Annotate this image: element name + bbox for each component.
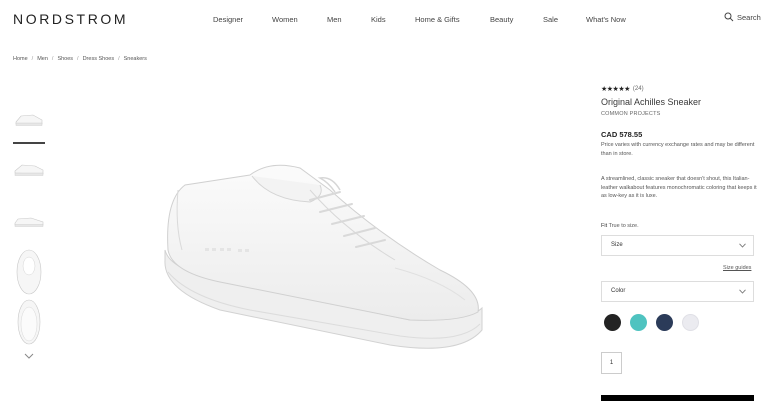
fit-info: Fit True to size. <box>601 223 639 229</box>
swatch-white[interactable] <box>682 314 699 331</box>
size-select[interactable]: Size <box>601 235 754 256</box>
swatch-turquoise[interactable] <box>630 314 647 331</box>
nav-sale[interactable]: Sale <box>543 15 558 24</box>
nav-women[interactable]: Women <box>272 15 298 24</box>
color-select[interactable]: Color <box>601 281 754 302</box>
chevron-down-icon <box>739 243 746 248</box>
thumbnail-sole[interactable] <box>13 298 45 346</box>
breadcrumb: Home / Men / Shoes / Dress Shoes / Sneakers <box>13 56 147 62</box>
breadcrumb-shoes[interactable]: Shoes <box>57 56 73 62</box>
breadcrumb-separator: / <box>31 56 34 62</box>
search-button[interactable]: Search <box>724 12 761 22</box>
product-brand[interactable]: COMMON PROJECTS <box>601 111 661 117</box>
nav-kids[interactable]: Kids <box>371 15 386 24</box>
product-description: A streamlined, classic sneaker that does… <box>601 176 757 199</box>
price-note: Price varies with currency exchange rate… <box>601 142 755 157</box>
size-select-label: Size <box>611 242 623 248</box>
star-rating-icon: ★★★★★ <box>601 86 630 93</box>
color-select-label: Color <box>611 288 626 294</box>
breadcrumb-dress-shoes[interactable]: Dress Shoes <box>83 56 115 62</box>
thumbnails-down-chevron-icon[interactable] <box>24 352 34 360</box>
size-guides-link[interactable]: Size guides <box>723 265 751 271</box>
breadcrumb-sneakers[interactable]: Sneakers <box>124 56 147 62</box>
breadcrumb-men[interactable]: Men <box>37 56 48 62</box>
nav-home-gifts[interactable]: Home & Gifts <box>415 15 460 24</box>
nordstrom-logo[interactable]: NORDSTROM <box>13 11 128 27</box>
swatch-navy[interactable] <box>656 314 673 331</box>
thumbnail-top[interactable] <box>13 248 45 296</box>
rating[interactable]: ★★★★★ (24) <box>601 85 644 93</box>
chevron-down-icon <box>739 289 746 294</box>
search-icon <box>724 12 734 22</box>
breadcrumb-separator: / <box>118 56 120 62</box>
review-count[interactable]: (24) <box>633 86 644 92</box>
breadcrumb-home[interactable]: Home <box>13 56 28 62</box>
quantity-input[interactable]: 1 <box>601 352 622 374</box>
swatch-black[interactable] <box>604 314 621 331</box>
thumbnail-side[interactable] <box>13 108 45 130</box>
fit-label: Fit <box>601 223 608 229</box>
thumbnail-front-side[interactable] <box>13 158 45 180</box>
nav-men[interactable]: Men <box>327 15 342 24</box>
product-price: CAD 578.55 <box>601 130 643 139</box>
nav-whats-now[interactable]: What's Now <box>586 15 626 24</box>
product-title: Original Achilles Sneaker <box>601 97 702 107</box>
breadcrumb-separator: / <box>51 56 54 62</box>
thumbnail-profile[interactable] <box>13 208 45 230</box>
search-label: Search <box>737 12 761 22</box>
selected-thumbnail-indicator <box>13 142 45 144</box>
nav-beauty[interactable]: Beauty <box>490 15 513 24</box>
product-image <box>164 164 483 349</box>
breadcrumb-separator: / <box>77 56 79 62</box>
fit-value: True to size. <box>608 223 639 229</box>
nav-designer[interactable]: Designer <box>213 15 243 24</box>
add-to-bag-button[interactable] <box>601 395 754 401</box>
